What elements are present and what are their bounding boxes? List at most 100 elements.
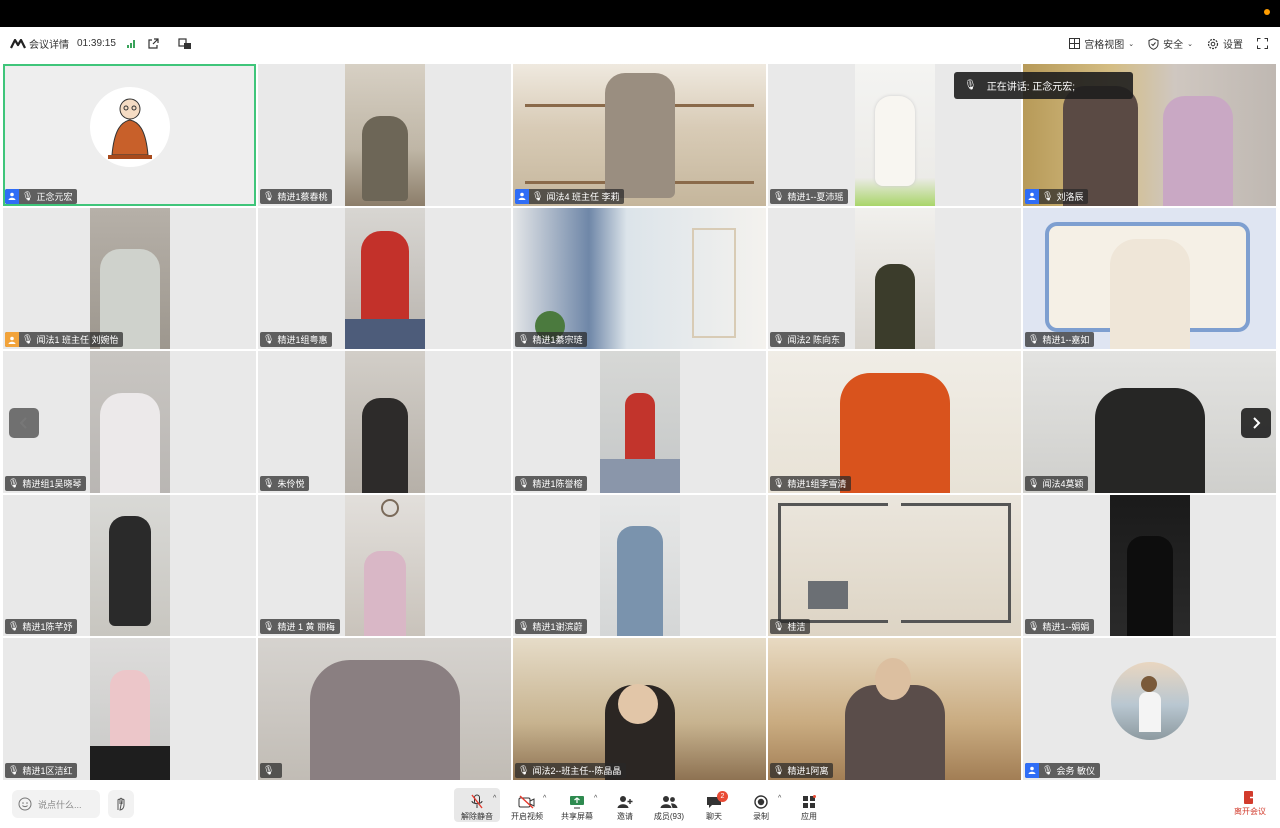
- meeting-header: 会议详情 01:39:15 宫格视图 ⌄ 安全 ⌄ 设置: [0, 27, 1280, 60]
- participant-name: 精进 1 黄 丽梅: [277, 622, 335, 633]
- video-tile[interactable]: 🎙 正念元宏: [3, 64, 256, 206]
- participant-video: [345, 207, 425, 350]
- grid-view-button[interactable]: 宫格视图 ⌄: [1069, 36, 1134, 51]
- participant-name-tag: 🎙 精进1谢滨蔚: [515, 619, 588, 635]
- muted-mic-icon: 🎙: [773, 190, 785, 201]
- members-button[interactable]: 成员(93): [652, 788, 686, 822]
- host-icon: [1025, 762, 1039, 778]
- participant-video: [345, 351, 425, 493]
- participant-name: 闻法1 班主任 刘婉怡: [36, 335, 119, 346]
- cohost-icon: [5, 332, 19, 348]
- video-tile[interactable]: 🎙 精进1--嘉如: [1023, 207, 1276, 350]
- translate-icon[interactable]: [178, 37, 192, 51]
- video-tile[interactable]: 🎙 精进1蔡春桃: [258, 64, 511, 206]
- record-options-caret[interactable]: ^: [778, 795, 781, 802]
- chat-button[interactable]: 2 聊天: [702, 788, 728, 822]
- video-options-caret[interactable]: ^: [543, 795, 546, 802]
- participant-name-tag: 🎙 精进1--娟娟: [1025, 619, 1095, 635]
- video-tile[interactable]: 🎙 桂洁: [768, 494, 1021, 637]
- muted-mic-icon: 🎙: [773, 477, 785, 488]
- record-label: 录制: [753, 812, 769, 821]
- video-tile[interactable]: 🎙 精进1陈誉榕: [513, 351, 766, 493]
- participant-video: [768, 638, 1021, 780]
- participant-video: [90, 207, 170, 350]
- window-top-bar: [0, 0, 1280, 27]
- participant-name-tag: 🎙 闻法4莫颖: [1025, 475, 1089, 491]
- previous-page-button[interactable]: [9, 408, 39, 438]
- participant-video: [258, 638, 511, 780]
- participant-video: [513, 207, 766, 350]
- settings-button[interactable]: 设置: [1207, 36, 1243, 51]
- video-tile[interactable]: 🎙 精进1组粤惠: [258, 207, 511, 350]
- share-label: 共享屏幕: [561, 812, 593, 821]
- video-tile[interactable]: 🎙 精进1组李雪清: [768, 351, 1021, 493]
- video-tile[interactable]: 🎙 精进1陈芊妤: [3, 494, 256, 637]
- video-tile[interactable]: 🎙 闻法2 陈向东: [768, 207, 1021, 350]
- video-tile[interactable]: 🎙 精进1区洁红: [3, 638, 256, 780]
- apps-grid-icon: [803, 795, 816, 808]
- video-tile[interactable]: 🎙 精进1谢滨蔚: [513, 494, 766, 637]
- video-tile[interactable]: 🎙 闻法2--班主任--陈晶晶: [513, 638, 766, 780]
- members-icon: [660, 796, 678, 808]
- participant-video: [513, 638, 766, 780]
- signal-icon[interactable]: [124, 37, 138, 51]
- participant-name-tag: 🎙 精进1区洁红: [5, 762, 78, 778]
- start-video-button[interactable]: 开启视频: [510, 788, 544, 822]
- participant-name-tag: 🎙 精进1组粤惠: [260, 332, 333, 348]
- muted-mic-icon: 🎙: [8, 477, 20, 488]
- video-tile[interactable]: 🎙: [258, 638, 511, 780]
- fullscreen-icon: [1257, 38, 1268, 49]
- share-screen-button[interactable]: 共享屏幕: [560, 788, 594, 822]
- security-button[interactable]: 安全 ⌄: [1148, 36, 1193, 51]
- leave-meeting-button[interactable]: 离开会议: [1234, 790, 1266, 817]
- leave-label: 离开会议: [1234, 807, 1266, 816]
- record-button[interactable]: 录制: [750, 788, 772, 822]
- invite-button[interactable]: 邀请: [612, 788, 638, 822]
- participant-name: 精进1--夏沛瑶: [787, 191, 844, 202]
- quick-chat-input[interactable]: 说点什么...: [12, 790, 100, 818]
- record-icon: [754, 795, 768, 809]
- participant-name: 桂洁: [787, 622, 806, 633]
- emoji-icon: [18, 797, 32, 811]
- video-tile[interactable]: 🎙 精进1--娟娟: [1023, 494, 1276, 637]
- next-page-button[interactable]: [1241, 408, 1271, 438]
- video-tile[interactable]: 🎙 闻法4莫颖: [1023, 351, 1276, 493]
- share-options-caret[interactable]: ^: [594, 795, 597, 802]
- audio-options-caret[interactable]: ^: [493, 795, 496, 802]
- participant-video: [1023, 207, 1276, 350]
- video-tile[interactable]: 🎙 闻法4 班主任 李莉: [513, 64, 766, 206]
- chat-unread-badge: 2: [717, 791, 728, 802]
- participant-name: 精进1组粤惠: [277, 335, 328, 346]
- participant-video: [768, 494, 1021, 637]
- hand-icon: [117, 797, 125, 811]
- video-tile[interactable]: 🎙 精进 1 黄 丽梅: [258, 494, 511, 637]
- video-tile[interactable]: 🎙 精进1綦宗琏: [513, 207, 766, 350]
- video-tile[interactable]: 🎙 闻法1 班主任 刘婉怡: [3, 207, 256, 350]
- meeting-info-button[interactable]: 会议详情: [10, 36, 69, 51]
- participant-video: [345, 64, 425, 206]
- host-icon: [1025, 188, 1039, 204]
- muted-mic-icon: 🎙: [8, 621, 20, 632]
- unmute-button[interactable]: 解除静音: [454, 788, 500, 822]
- participant-name-tag: 🎙 闻法1 班主任 刘婉怡: [5, 332, 124, 348]
- raise-hand-button[interactable]: [108, 790, 134, 818]
- participant-name-tag: 🎙 精进1--夏沛瑶: [770, 188, 849, 204]
- status-dot: [1264, 9, 1270, 15]
- bottom-toolbar: 说点什么... 解除静音 ^ 开启视频 ^ 共享屏幕 ^ 邀请 成员(93) 2…: [0, 782, 1280, 828]
- apps-button[interactable]: 应用: [798, 788, 820, 822]
- participant-name: 精进1--娟娟: [1042, 622, 1090, 633]
- muted-mic-icon: 🎙: [263, 477, 275, 488]
- muted-mic-icon: 🎙: [1042, 764, 1054, 775]
- muted-mic-icon: 🎙: [263, 190, 275, 201]
- participant-name-tag: 🎙 精进 1 黄 丽梅: [260, 619, 340, 635]
- meeting-duration: 01:39:15: [77, 38, 116, 49]
- video-tile[interactable]: 🎙 朱伶悦: [258, 351, 511, 493]
- share-link-icon[interactable]: [146, 37, 160, 51]
- video-tile[interactable]: 🎙 精进1阿离: [768, 638, 1021, 780]
- chevron-left-icon: [19, 417, 27, 429]
- fullscreen-button[interactable]: [1257, 38, 1268, 49]
- video-tile[interactable]: 🎙 会务 敏仪: [1023, 638, 1276, 780]
- muted-mic-icon: 🎙: [518, 764, 530, 775]
- video-tile[interactable]: 🎙 精进组1吴晓琴: [3, 351, 256, 493]
- participant-name-tag: 🎙 精进1--嘉如: [1025, 332, 1095, 348]
